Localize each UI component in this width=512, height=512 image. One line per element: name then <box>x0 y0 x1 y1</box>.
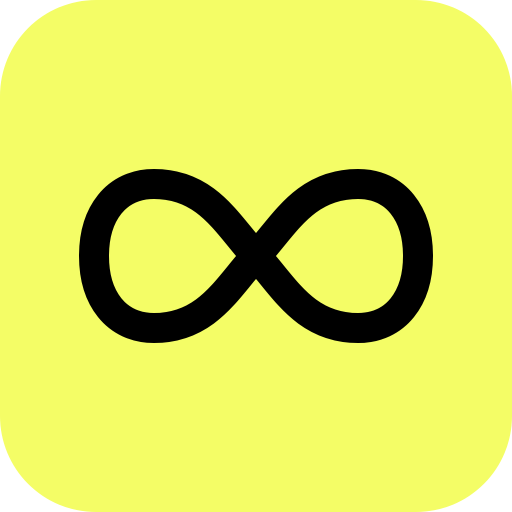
infinity-icon <box>79 169 433 343</box>
app-icon[interactable] <box>0 0 512 512</box>
